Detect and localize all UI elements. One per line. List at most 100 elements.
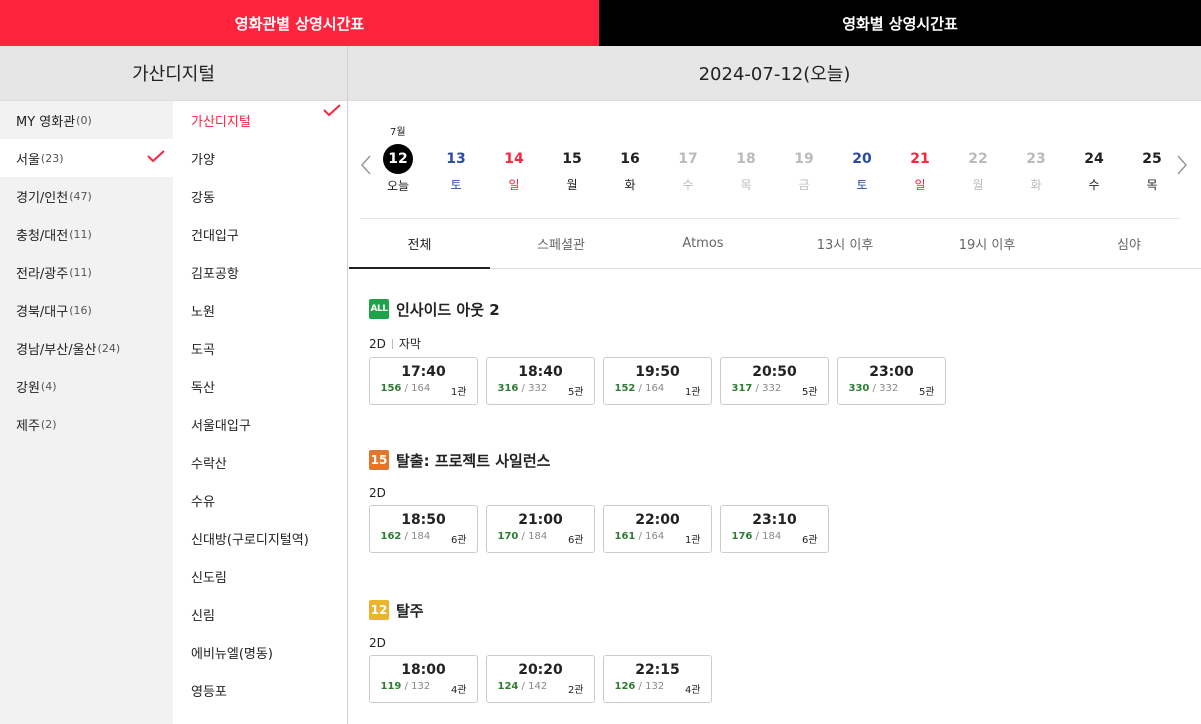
date-item[interactable]: 24 수: [1069, 145, 1119, 193]
theater-item[interactable]: 강동: [173, 177, 347, 215]
theater-item[interactable]: 김포공항: [173, 253, 347, 291]
movie-title[interactable]: 인사이드 아웃 2: [396, 299, 500, 320]
region-name: MY 영화관: [16, 114, 76, 130]
showtime-time: 20:50: [752, 364, 797, 380]
date-item[interactable]: 12 오늘: [373, 144, 423, 194]
theater-item[interactable]: 에비뉴엘(명동): [173, 633, 347, 671]
total-seats: / 132: [635, 681, 665, 692]
filter-tab[interactable]: Atmos: [632, 219, 774, 268]
theater-item[interactable]: 영등포: [173, 671, 347, 709]
seat-info: 126 / 132 4관: [615, 681, 701, 696]
showtime-button[interactable]: 20:50 317 / 332 5관: [720, 357, 829, 405]
region-item[interactable]: 경남/부산/울산 (24): [0, 329, 173, 367]
prev-date-arrow-icon[interactable]: [359, 154, 373, 176]
showtime-button[interactable]: 19:50 152 / 164 1관: [603, 357, 712, 405]
theater-item[interactable]: 신도림: [173, 557, 347, 595]
hall-name: 4관: [684, 685, 701, 696]
date-item[interactable]: 16 화: [605, 145, 655, 193]
theater-item[interactable]: 독산: [173, 367, 347, 405]
theater-item[interactable]: 신림: [173, 595, 347, 633]
date-item[interactable]: 22 월: [953, 145, 1003, 193]
date-item[interactable]: 18 목: [721, 145, 771, 193]
theater-item[interactable]: 수락산: [173, 443, 347, 481]
filter-tab[interactable]: 19시 이후: [916, 219, 1058, 268]
theater-item[interactable]: 가산디지털: [173, 101, 347, 139]
date-weekday: 수: [1088, 178, 1100, 192]
showtime-button[interactable]: 23:10 176 / 184 6관: [720, 505, 829, 553]
next-date-arrow-icon[interactable]: [1175, 154, 1189, 176]
hall-name: 4관: [450, 685, 467, 696]
theater-name: 신도림: [191, 570, 227, 586]
date-weekday: 목: [740, 178, 752, 192]
date-item[interactable]: 20 토: [837, 145, 887, 193]
region-item[interactable]: 전라/광주 (11): [0, 253, 173, 291]
date-weekday: 수: [682, 178, 694, 192]
showtime-list: 17:40 156 / 164 1관 18:40 316 / 332 5관 19:50 152…: [369, 357, 1189, 405]
available-seats: 316: [497, 383, 519, 394]
date-item[interactable]: 14 일: [489, 145, 539, 193]
date-number: 21: [910, 151, 930, 167]
filter-tab[interactable]: 13시 이후: [774, 219, 916, 268]
hall-name: 5관: [918, 387, 935, 398]
tab-by-movie[interactable]: 영화별 상영시간표: [599, 0, 1201, 46]
showtime-button[interactable]: 20:20 124 / 142 2관: [486, 655, 595, 703]
date-weekday: 화: [624, 178, 636, 192]
region-item[interactable]: 제주 (2): [0, 405, 173, 443]
filter-tab[interactable]: 스페셜관: [490, 219, 632, 268]
theater-item[interactable]: 노원: [173, 291, 347, 329]
showtime-button[interactable]: 18:50 162 / 184 6관: [369, 505, 478, 553]
showtime-button[interactable]: 22:00 161 / 164 1관: [603, 505, 712, 553]
showtime-button[interactable]: 17:40 156 / 164 1관: [369, 357, 478, 405]
date-weekday: 토: [856, 178, 868, 192]
date-item[interactable]: 17 수: [663, 145, 713, 193]
showtime-button[interactable]: 22:15 126 / 132 4관: [603, 655, 712, 703]
available-seats: 152: [614, 383, 636, 394]
theater-item[interactable]: 건대입구: [173, 215, 347, 253]
date-item[interactable]: 23 화: [1011, 145, 1061, 193]
date-item[interactable]: 13 토: [431, 145, 481, 193]
date-item[interactable]: 21 일: [895, 145, 945, 193]
date-weekday: 오늘: [386, 179, 410, 193]
showtime-button[interactable]: 23:00 330 / 332 5관: [837, 357, 946, 405]
date-number: 18: [736, 151, 756, 167]
region-name: 경남/부산/울산: [16, 342, 97, 358]
total-seats: / 332: [518, 383, 548, 394]
tab-by-theater[interactable]: 영화관별 상영시간표: [0, 0, 599, 46]
filter-tab[interactable]: 전체: [349, 219, 490, 269]
region-item[interactable]: 경기/인천 (47): [0, 177, 173, 215]
age-rating-badge: 12: [369, 600, 389, 620]
region-item[interactable]: 서울 (23): [0, 139, 173, 177]
theater-item[interactable]: 가양: [173, 139, 347, 177]
region-item[interactable]: MY 영화관 (0): [0, 101, 173, 139]
format-label: 2D: [369, 636, 386, 650]
date-item[interactable]: 15 월: [547, 145, 597, 193]
format-divider: [391, 338, 393, 349]
theater-name: 신림: [191, 608, 215, 624]
theater-item[interactable]: 신대방(구로디지털역): [173, 519, 347, 557]
total-seats: / 164: [635, 383, 665, 394]
movie-title[interactable]: 탈주: [396, 600, 424, 621]
date-weekday: 토: [450, 178, 462, 192]
region-item[interactable]: 경북/대구 (16): [0, 291, 173, 329]
region-name: 전라/광주: [16, 266, 69, 282]
date-number: 12: [383, 144, 413, 174]
region-item[interactable]: 충청/대전 (11): [0, 215, 173, 253]
check-icon: [323, 104, 341, 116]
seat-info: 317 / 332 5관: [732, 383, 818, 398]
filter-tab[interactable]: 심야: [1058, 219, 1200, 268]
date-item[interactable]: 19 금: [779, 145, 829, 193]
showtime-button[interactable]: 18:40 316 / 332 5관: [486, 357, 595, 405]
theater-item[interactable]: 도곡: [173, 329, 347, 367]
showtime-time: 18:40: [518, 364, 563, 380]
showtime-button[interactable]: 21:00 170 / 184 6관: [486, 505, 595, 553]
theater-item[interactable]: 수유: [173, 481, 347, 519]
movie-title[interactable]: 탈출: 프로젝트 사일런스: [396, 450, 550, 471]
showtime-time: 17:40: [401, 364, 446, 380]
region-count: (2): [40, 417, 57, 431]
date-number: 19: [794, 151, 814, 167]
date-item[interactable]: 25 목: [1127, 145, 1177, 193]
showtime-button[interactable]: 18:00 119 / 132 4관: [369, 655, 478, 703]
theater-item[interactable]: 서울대입구: [173, 405, 347, 443]
region-item[interactable]: 강원 (4): [0, 367, 173, 405]
format-label: 2D: [369, 486, 386, 500]
